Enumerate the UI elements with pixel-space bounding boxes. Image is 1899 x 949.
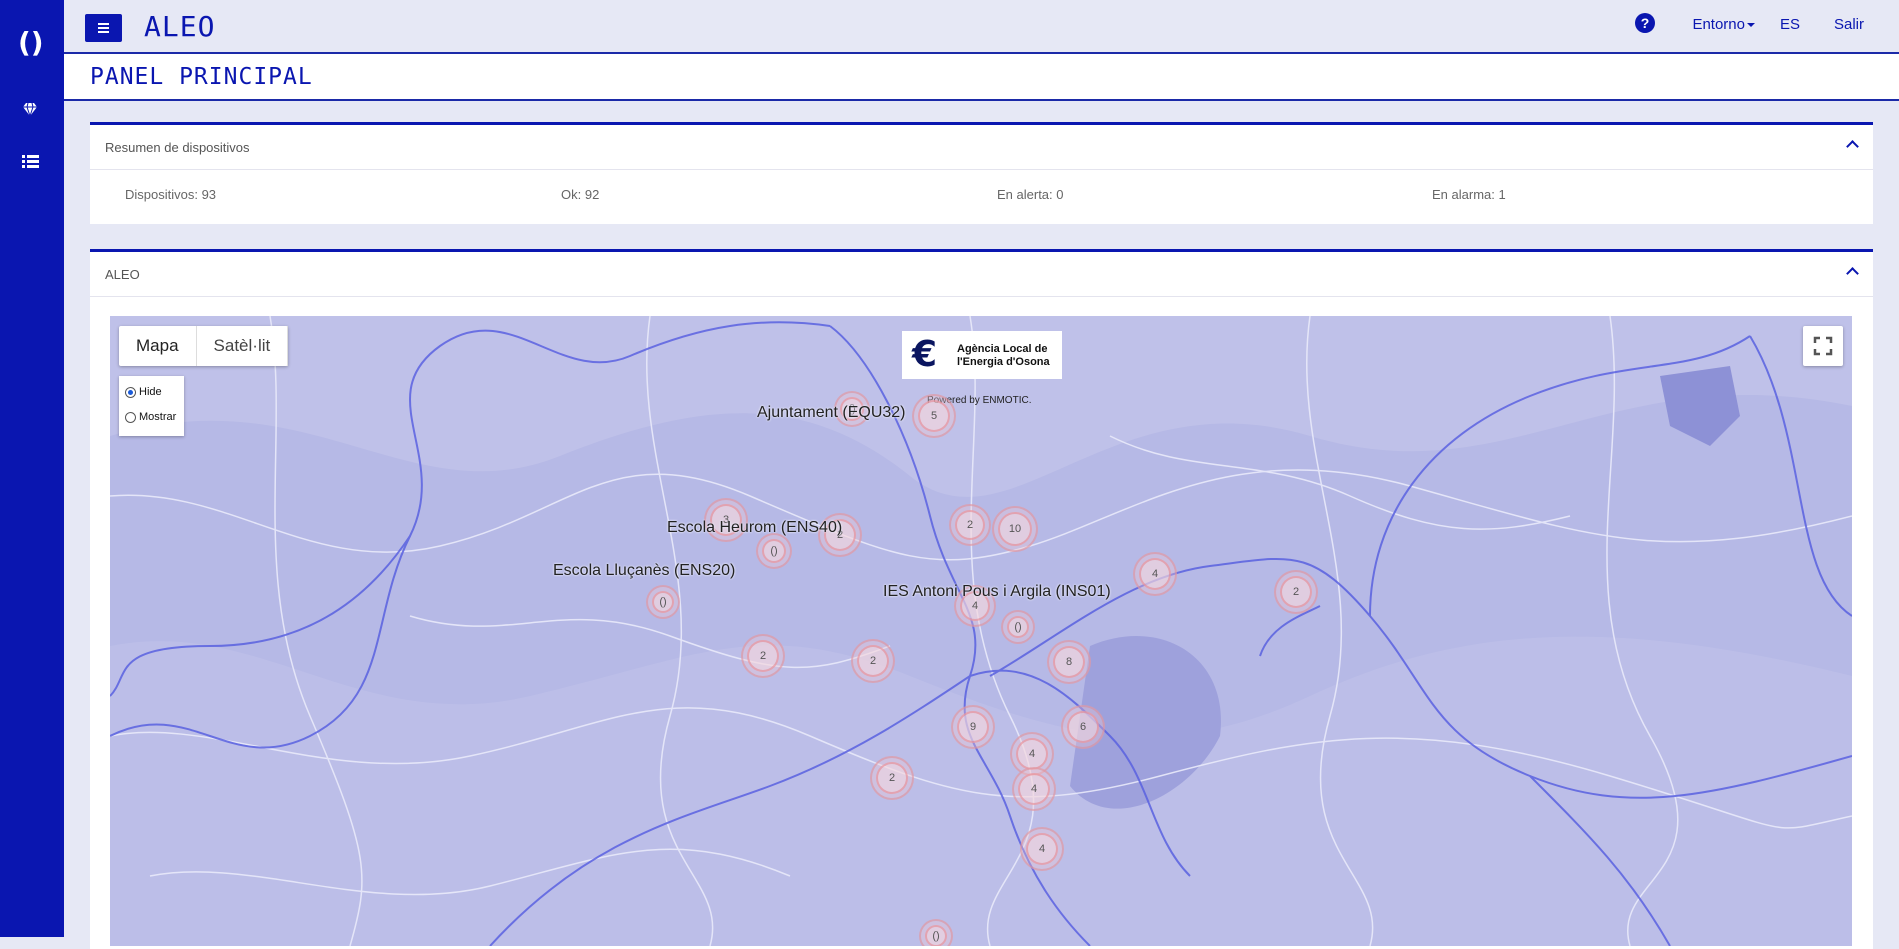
stat-alarm: En alarma: 1 bbox=[1432, 187, 1506, 202]
summary-panel: Resumen de dispositivos Dispositivos: 93… bbox=[90, 122, 1873, 224]
marker-single[interactable]: () bbox=[756, 533, 792, 569]
marker-cluster[interactable]: 5 bbox=[912, 394, 956, 438]
cluster-count: 4 bbox=[1151, 568, 1159, 580]
marker-cluster[interactable]: 2 bbox=[851, 639, 895, 683]
map-canvas[interactable]: Mapa Satèl·lit Hide Mostrar € Agència Lo… bbox=[110, 316, 1852, 946]
marker-cluster[interactable]: 2 bbox=[870, 756, 914, 800]
cluster-count: 4 bbox=[971, 600, 979, 612]
brand-logo-box: € Agència Local de l'Energia d'Osona bbox=[902, 331, 1062, 379]
map-label-ajuntament[interactable]: Ajuntament (EQU32) bbox=[757, 404, 906, 422]
language-selector[interactable]: ES bbox=[1780, 16, 1800, 33]
top-bar: ALEO ? Entorno ES Salir bbox=[64, 0, 1899, 54]
app-title: ALEO bbox=[144, 10, 216, 43]
summary-panel-header[interactable]: Resumen de dispositivos bbox=[90, 125, 1873, 170]
environment-label: Entorno bbox=[1692, 16, 1745, 33]
summary-panel-title: Resumen de dispositivos bbox=[105, 140, 250, 155]
map-label-escola-llucanes[interactable]: Escola Lluçanès (ENS20) bbox=[553, 562, 735, 580]
page-title: PANEL PRINCIPAL bbox=[90, 64, 313, 90]
radio-show[interactable] bbox=[125, 411, 136, 423]
marker-single[interactable]: () bbox=[919, 919, 953, 946]
cluster-count: 8 bbox=[1065, 656, 1073, 668]
diamond-icon[interactable] bbox=[19, 99, 41, 121]
stat-devices: Dispositivos: 93 bbox=[125, 187, 217, 202]
cluster-count: 2 bbox=[759, 650, 767, 662]
cluster-count: 6 bbox=[1079, 721, 1087, 733]
cluster-count: 4 bbox=[1028, 748, 1036, 760]
list-icon[interactable] bbox=[19, 150, 41, 172]
radio-hide[interactable] bbox=[125, 386, 136, 398]
cluster-count: 2 bbox=[966, 519, 974, 531]
brand-line-2: l'Energia d'Osona bbox=[957, 356, 1050, 368]
logout-link[interactable]: Salir bbox=[1834, 16, 1864, 33]
map-panel-title: ALEO bbox=[105, 267, 140, 282]
map-type-satellite-button[interactable]: Satèl·lit bbox=[197, 326, 289, 366]
cluster-count: 2 bbox=[869, 655, 877, 667]
brand-line-1: Agència Local de bbox=[957, 343, 1048, 355]
map-label-ies-antoni-pous[interactable]: IES Antoni Pous i Argila (INS01) bbox=[883, 583, 1111, 601]
marker-cluster[interactable]: 4 bbox=[1133, 552, 1177, 596]
marker-icon: () bbox=[932, 930, 940, 942]
marker-icon: () bbox=[659, 596, 667, 608]
stat-ok: Ok: 92 bbox=[561, 187, 600, 202]
map-panel: ALEO Mapa Satèl·lit Hide Mostrar € Agènc… bbox=[90, 249, 1873, 949]
cluster-count: 9 bbox=[969, 721, 977, 733]
marker-single[interactable]: () bbox=[1001, 610, 1035, 644]
brand-name: Agència Local de l'Energia d'Osona bbox=[957, 343, 1050, 369]
radio-show-row[interactable]: Mostrar bbox=[125, 411, 176, 423]
marker-cluster[interactable]: 4 bbox=[1012, 767, 1056, 811]
map-type-toggle[interactable]: Mapa Satèl·lit bbox=[119, 326, 289, 366]
marker-single[interactable]: () bbox=[646, 585, 680, 619]
menu-toggle-button[interactable] bbox=[85, 14, 122, 42]
cluster-count: 5 bbox=[930, 410, 938, 422]
chevron-up-icon[interactable] bbox=[1846, 140, 1859, 153]
marker-icon: () bbox=[770, 545, 778, 557]
marker-cluster[interactable]: 8 bbox=[1047, 640, 1091, 684]
sidebar: () bbox=[0, 0, 64, 937]
layer-visibility-control: Hide Mostrar bbox=[119, 376, 184, 436]
marker-cluster[interactable]: 6 bbox=[1061, 705, 1105, 749]
stat-alert: En alerta: 0 bbox=[997, 187, 1064, 202]
marker-cluster[interactable]: 2 bbox=[949, 504, 991, 546]
fullscreen-button[interactable] bbox=[1803, 326, 1843, 366]
marker-cluster[interactable]: 2 bbox=[741, 634, 785, 678]
caret-down-icon bbox=[1747, 23, 1755, 28]
map-panel-header[interactable]: ALEO bbox=[90, 252, 1873, 297]
map-label-escola-heurom[interactable]: Escola Heurom (ENS40) bbox=[667, 519, 842, 537]
map-type-map-button[interactable]: Mapa bbox=[119, 326, 197, 366]
chevron-up-icon[interactable] bbox=[1846, 267, 1859, 280]
brand-logo: € Agència Local de l'Energia d'Osona Pow… bbox=[902, 331, 1062, 406]
app-logo[interactable]: () bbox=[18, 28, 44, 58]
cluster-count: 2 bbox=[888, 772, 896, 784]
radio-hide-label: Hide bbox=[139, 386, 162, 398]
environment-dropdown[interactable]: Entorno bbox=[1692, 16, 1755, 33]
radio-hide-row[interactable]: Hide bbox=[125, 386, 162, 398]
marker-cluster[interactable]: 10 bbox=[992, 506, 1038, 552]
fullscreen-icon bbox=[1813, 336, 1833, 356]
cluster-count: 2 bbox=[1292, 586, 1300, 598]
radio-show-label: Mostrar bbox=[139, 411, 177, 423]
help-icon[interactable]: ? bbox=[1635, 13, 1655, 33]
brand-e-icon: € bbox=[912, 334, 938, 375]
map-background bbox=[110, 316, 1852, 946]
cluster-count: 10 bbox=[1008, 523, 1022, 535]
marker-cluster[interactable]: 2 bbox=[1274, 570, 1318, 614]
marker-cluster[interactable]: 9 bbox=[951, 705, 995, 749]
marker-cluster[interactable]: 4 bbox=[1020, 827, 1064, 871]
cluster-count: 4 bbox=[1030, 783, 1038, 795]
page-header: PANEL PRINCIPAL bbox=[64, 54, 1899, 101]
marker-icon: () bbox=[1014, 621, 1022, 633]
cluster-count: 4 bbox=[1038, 843, 1046, 855]
